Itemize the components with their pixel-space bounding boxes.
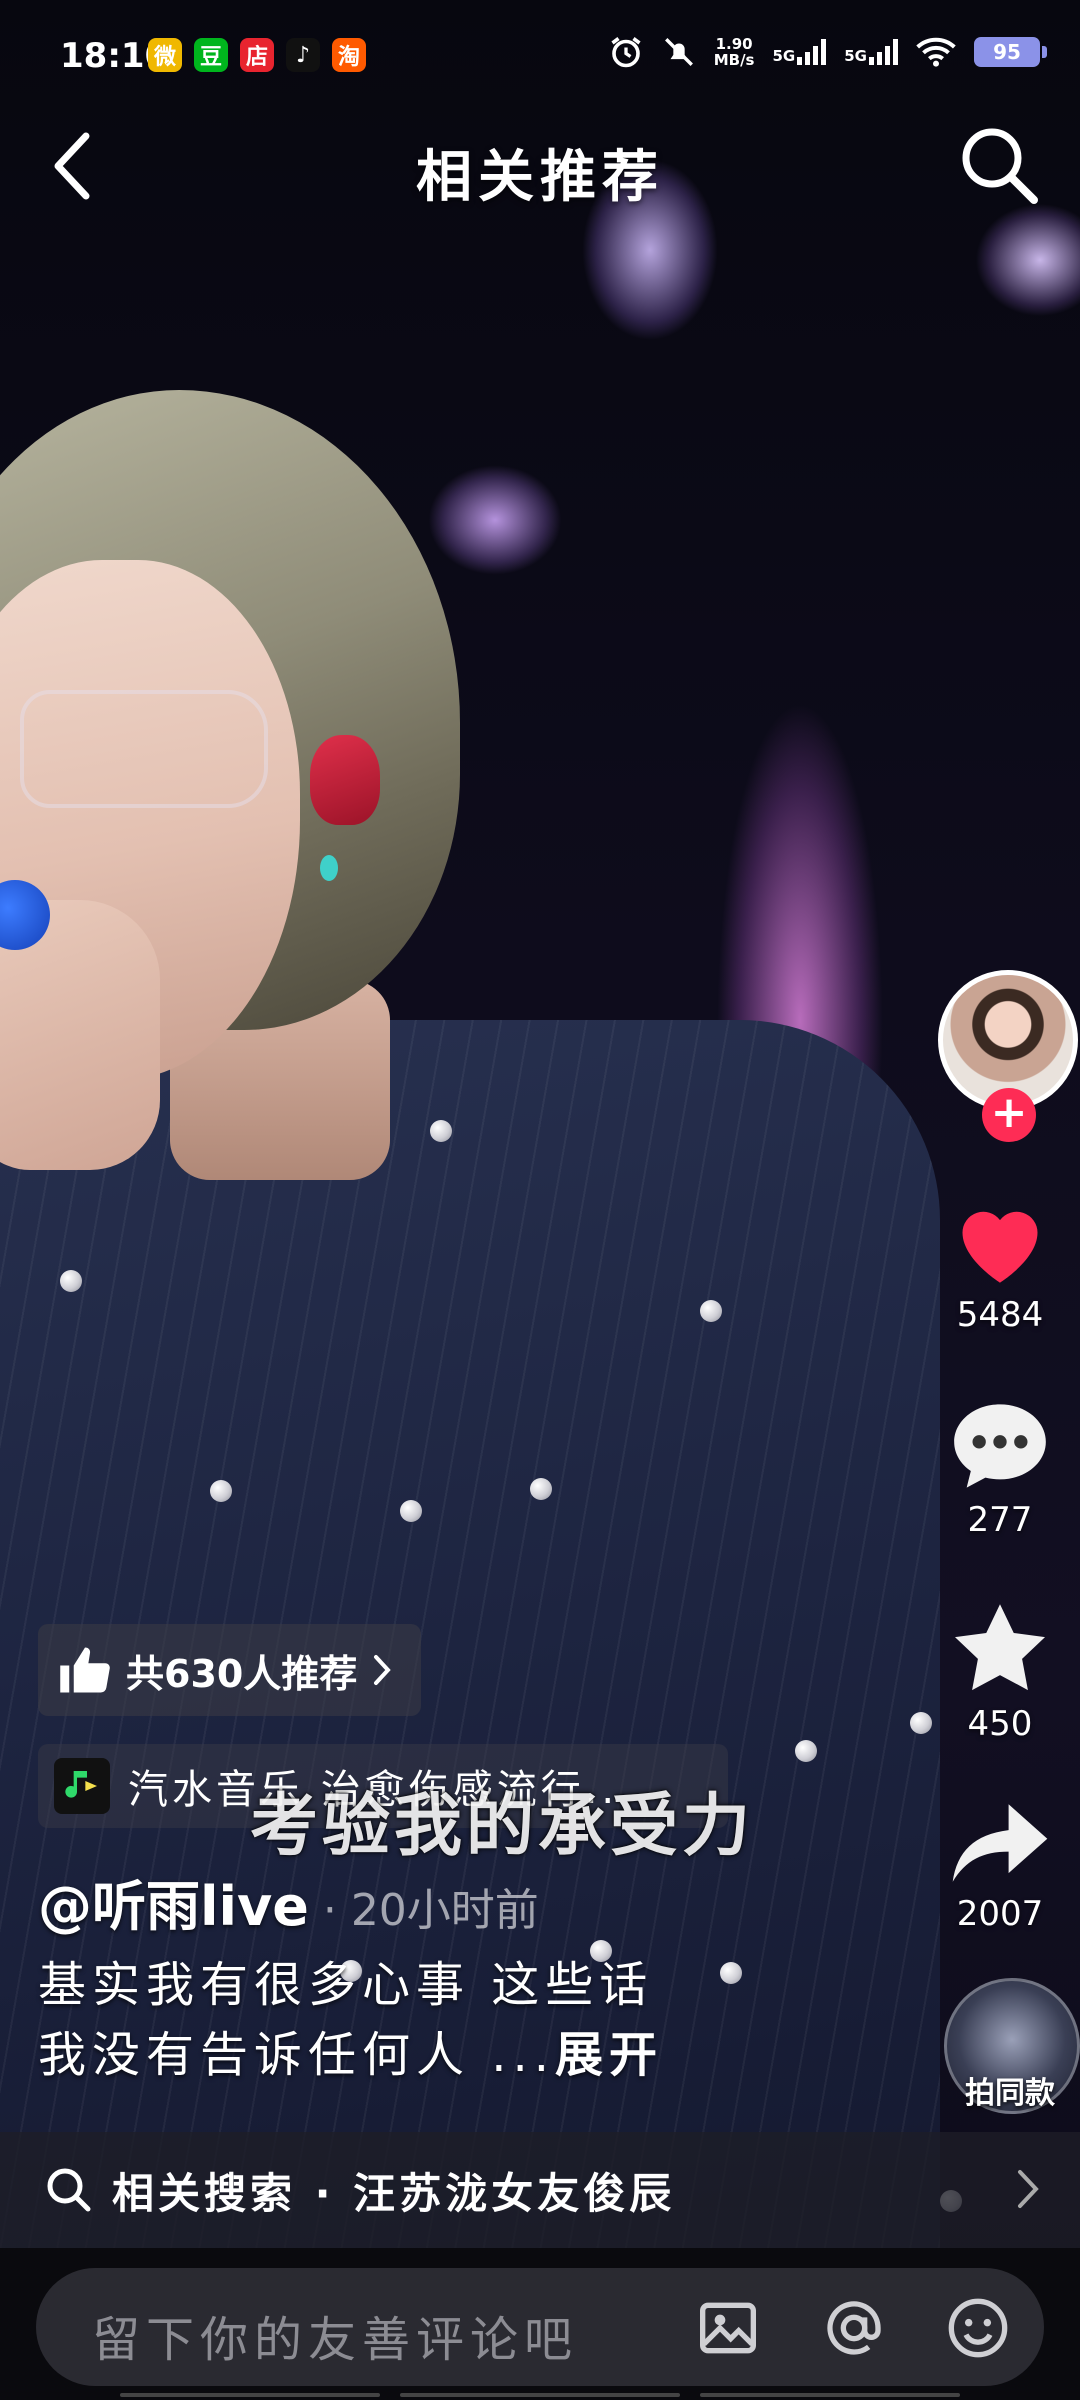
comment-placeholder: 留下你的友善评论吧	[92, 2312, 579, 2368]
qishui-music-icon	[54, 1758, 110, 1814]
video-lyric-subtitle: 考验我的承受力	[250, 1787, 755, 1866]
recommend-count-pill[interactable]: 共630人推荐	[38, 1624, 422, 1716]
heart-icon	[962, 1211, 1038, 1283]
status-indicators: 1.90 MB/s 5G 5G 95	[608, 34, 1047, 70]
in-ear-monitor	[310, 735, 380, 825]
video-caption[interactable]: 基实我有很多心事 这些话 我没有告诉任何人 ...展开	[38, 1950, 758, 2090]
pearl-decoration	[60, 1270, 82, 1292]
comment-bar: 留下你的友善评论吧	[0, 2248, 1080, 2400]
comment-bubble-icon	[954, 1404, 1046, 1488]
page-title: 相关推荐	[416, 145, 664, 210]
weibo-icon: 微	[148, 38, 182, 72]
search-icon	[962, 128, 1038, 204]
thumbs-up-icon	[60, 1647, 110, 1693]
mention-icon[interactable]	[822, 2296, 886, 2360]
favorite-button[interactable]: 450	[920, 1600, 1080, 1744]
comment-input[interactable]: 留下你的友善评论吧	[36, 2268, 1044, 2386]
pearl-decoration	[795, 1740, 817, 1762]
author-row: @听雨live · 20小时前	[38, 1862, 539, 1941]
battery-indicator: 95	[974, 37, 1047, 67]
signal-sim1: 5G	[773, 39, 827, 65]
expand-link[interactable]: 展开	[555, 2027, 663, 2083]
mute-icon	[664, 38, 693, 66]
related-search-bar[interactable]: 相关搜索 · 汪苏泷女友俊辰	[0, 2132, 1080, 2248]
like-count: 5484	[956, 1295, 1044, 1335]
store-icon: 店	[240, 38, 274, 72]
pearl-decoration	[430, 1120, 452, 1142]
caption-line: 我没有告诉任何人 ...	[38, 2027, 556, 2083]
like-button[interactable]: 5484	[920, 1195, 1080, 1335]
recommend-count-text: 共630人推荐	[126, 1651, 358, 1696]
alarm-icon	[611, 37, 641, 68]
chevron-right-icon	[1018, 2170, 1039, 2208]
notification-app-icons: 微豆店 ♪ 淘	[148, 38, 366, 72]
signal-bars-icon	[869, 39, 898, 65]
post-time: · 20小时前	[322, 1885, 539, 1936]
glasses	[20, 690, 268, 808]
caption-line: 基实我有很多心事 这些话	[38, 1957, 654, 2013]
comment-count: 277	[967, 1500, 1033, 1540]
star-icon	[955, 1604, 1045, 1691]
emoji-icon[interactable]	[946, 2296, 1010, 2360]
pearl-decoration	[210, 1480, 232, 1502]
tiktok-icon: ♪	[286, 38, 320, 72]
follow-button[interactable]: +	[982, 1088, 1036, 1142]
network-speed: 1.90 MB/s	[713, 35, 755, 69]
share-arrow-icon	[952, 1804, 1048, 1882]
taobao-icon: 淘	[332, 38, 366, 72]
comment-button[interactable]: 277	[920, 1400, 1080, 1540]
pearl-decoration	[700, 1300, 722, 1322]
author-name[interactable]: @听雨live	[38, 1862, 309, 1941]
signal-sim2: 5G	[844, 39, 898, 65]
signal-bars-icon	[797, 39, 827, 65]
pearl-decoration	[530, 1478, 552, 1500]
same-style-label[interactable]: 拍同款	[920, 2068, 1080, 2112]
share-button[interactable]: 2007	[920, 1800, 1080, 1934]
search-icon	[47, 2168, 91, 2212]
wifi-icon	[916, 37, 956, 67]
earring	[320, 855, 338, 881]
douban-icon: 豆	[194, 38, 228, 72]
related-search-text: 相关搜索 · 汪苏泷女友俊辰	[112, 2168, 676, 2218]
search-button[interactable]	[954, 120, 1044, 210]
gesture-bar	[120, 2393, 960, 2397]
status-bar: 18:10 微豆店 ♪ 淘 1.90 MB/s 5G 5G 95	[0, 0, 1080, 110]
image-picker-icon[interactable]	[696, 2296, 760, 2360]
pearl-decoration	[400, 1500, 422, 1522]
favorite-count: 450	[967, 1704, 1033, 1744]
chevron-right-icon	[374, 1655, 392, 1685]
share-count: 2007	[956, 1894, 1044, 1934]
